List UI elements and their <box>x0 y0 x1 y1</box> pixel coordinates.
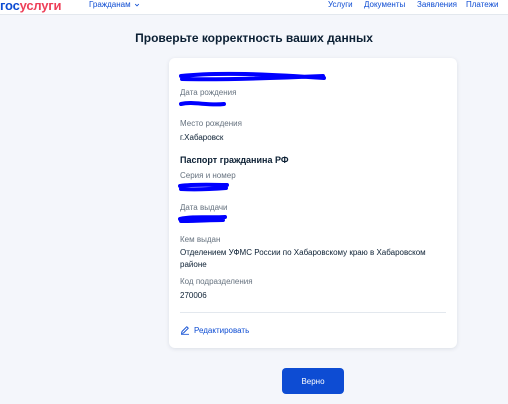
page-title: Проверьте корректность ваших данных <box>135 31 373 45</box>
card-divider <box>180 312 446 313</box>
redaction-name <box>179 71 326 82</box>
issue-date-label: Дата выдачи <box>180 203 228 212</box>
birth-place-label: Место рождения <box>180 119 242 128</box>
series-number-label: Серия и номер <box>180 171 236 180</box>
edit-link[interactable]: Редактировать <box>180 325 249 335</box>
citizens-menu[interactable]: Гражданам <box>89 0 140 9</box>
logo-text-uslugi: услуги <box>19 0 62 13</box>
redaction-issue-date <box>178 215 227 223</box>
gosuslugi-logo[interactable]: госуслуги <box>0 0 62 13</box>
division-code-label: Код подразделения <box>180 277 253 286</box>
top-header: госуслуги Гражданам Услуги Документы Зая… <box>0 0 508 15</box>
redaction-birth-date <box>179 101 226 107</box>
pencil-icon <box>181 326 189 335</box>
division-code-value: 270006 <box>180 291 207 300</box>
chevron-down-icon <box>134 3 139 6</box>
passport-section-title: Паспорт гражданина РФ <box>180 155 289 165</box>
nav-link-applications[interactable]: Заявления <box>417 0 457 9</box>
issued-by-value: Отделением УФМС России по Хабаровскому к… <box>180 248 426 269</box>
nav-link-payments[interactable]: Платежи <box>466 0 498 9</box>
citizens-menu-label: Гражданам <box>89 0 131 9</box>
birth-place-value: г.Хабаровск <box>180 133 224 142</box>
birth-date-label: Дата рождения <box>180 88 237 97</box>
issued-by-label: Кем выдан <box>180 235 221 244</box>
nav-link-documents[interactable]: Документы <box>364 0 405 9</box>
logo-text-gos: гос <box>0 0 20 13</box>
redaction-series-number <box>178 182 229 192</box>
edit-link-label: Редактировать <box>194 325 250 335</box>
confirm-button[interactable]: Верно <box>282 368 344 394</box>
personal-data-card: Дата рождения Место рождения г.Хабаровск… <box>169 58 457 348</box>
nav-link-services[interactable]: Услуги <box>328 0 353 9</box>
